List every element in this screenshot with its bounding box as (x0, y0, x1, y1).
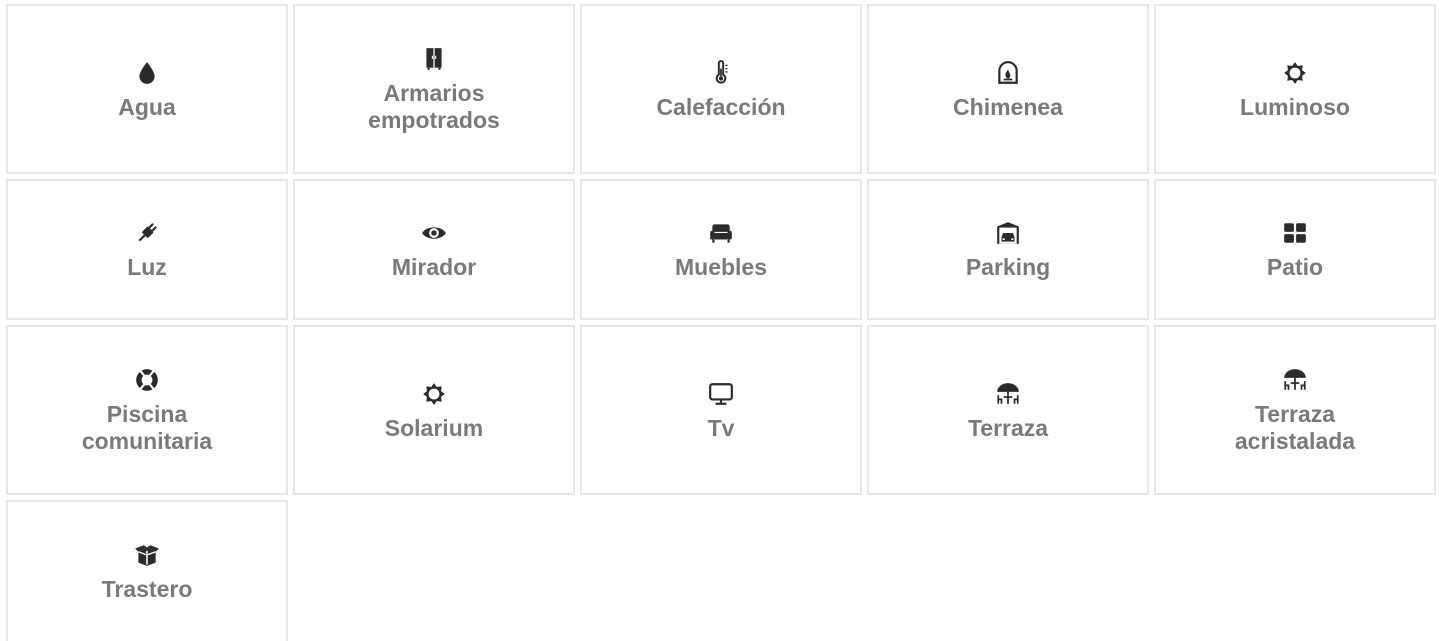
amenity-tile-terraza-acristalada[interactable]: Terraza acristalada (1154, 325, 1436, 495)
amenity-tile-trastero[interactable]: Trastero (6, 500, 288, 641)
amenity-label: Calefacción (656, 93, 786, 120)
grid-squares-icon (1280, 218, 1310, 248)
amenity-label: Mirador (391, 254, 477, 280)
amenity-label: Patio (1266, 254, 1324, 280)
amenity-label: Luminoso (1240, 93, 1350, 120)
amenity-tile-mirador[interactable]: Mirador (293, 179, 575, 320)
amenity-label: Tv (707, 414, 735, 441)
amenity-label: Piscina comunitaria (81, 401, 213, 454)
amenity-label: Muebles (674, 254, 768, 280)
amenity-label: Trastero (101, 576, 193, 602)
sun-icon (419, 379, 449, 409)
amenity-label: Chimenea (953, 93, 1063, 120)
amenity-label: Luz (127, 254, 167, 280)
monitor-icon (706, 379, 736, 409)
amenity-tile-patio[interactable]: Patio (1154, 179, 1436, 320)
water-drop-icon (132, 58, 162, 88)
thermometer-icon (706, 58, 736, 88)
amenity-tile-terraza[interactable]: Terraza (867, 325, 1149, 495)
patio-umbrella-icon (993, 379, 1023, 409)
amenity-tile-luminoso[interactable]: Luminoso (1154, 4, 1436, 174)
sun-icon (1280, 58, 1310, 88)
amenities-grid: Agua Armarios empotrados Calefacción Chi… (6, 4, 1436, 641)
amenity-label: Solarium (384, 414, 484, 441)
amenity-tile-agua[interactable]: Agua (6, 4, 288, 174)
eye-icon (419, 218, 449, 248)
plug-icon (132, 218, 162, 248)
armchair-icon (706, 218, 736, 248)
amenity-label: Terraza acristalada (1234, 401, 1356, 454)
wardrobe-icon (419, 44, 449, 74)
amenity-tile-piscina-comunitaria[interactable]: Piscina comunitaria (6, 325, 288, 495)
amenity-label: Agua (118, 93, 176, 120)
amenity-label: Terraza (967, 414, 1049, 441)
patio-umbrella-icon (1280, 365, 1310, 395)
garage-icon (993, 218, 1023, 248)
amenity-label: Armarios empotrados (368, 80, 500, 133)
amenity-tile-solarium[interactable]: Solarium (293, 325, 575, 495)
fireplace-icon (993, 58, 1023, 88)
storage-box-icon (132, 540, 162, 570)
amenity-tile-chimenea[interactable]: Chimenea (867, 4, 1149, 174)
amenity-tile-tv[interactable]: Tv (580, 325, 862, 495)
amenity-tile-parking[interactable]: Parking (867, 179, 1149, 320)
amenity-tile-calefaccion[interactable]: Calefacción (580, 4, 862, 174)
amenity-tile-armarios-empotrados[interactable]: Armarios empotrados (293, 4, 575, 174)
amenity-label: Parking (965, 254, 1051, 280)
amenity-tile-luz[interactable]: Luz (6, 179, 288, 320)
life-ring-icon (132, 365, 162, 395)
amenity-tile-muebles[interactable]: Muebles (580, 179, 862, 320)
